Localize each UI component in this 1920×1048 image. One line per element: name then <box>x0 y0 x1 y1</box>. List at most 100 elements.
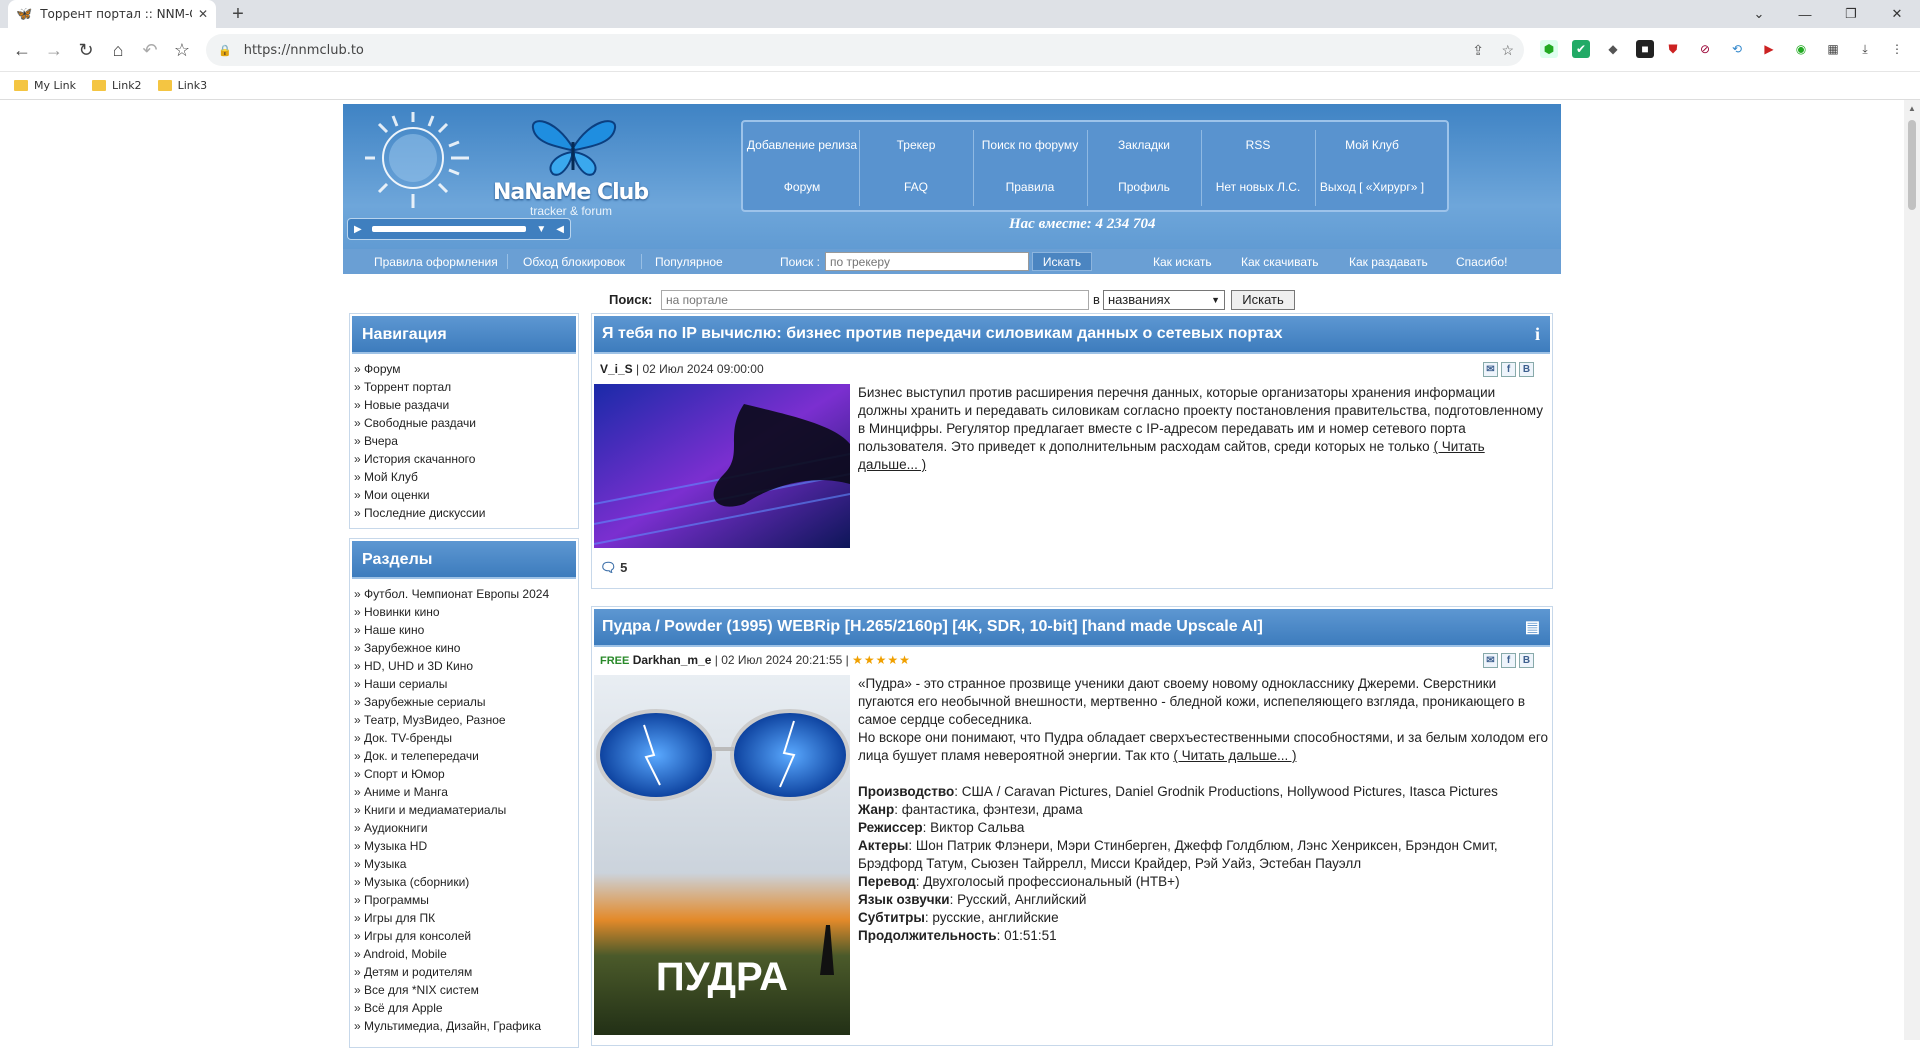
menu-rss[interactable]: RSS <box>1201 128 1315 162</box>
menu-profile[interactable]: Профиль <box>1087 170 1201 204</box>
share-extension-icon[interactable]: ⟲ <box>1728 40 1746 58</box>
link-thanks[interactable]: Спасибо! <box>1456 255 1507 269</box>
sidebar-link[interactable]: Свободные раздачи <box>354 414 574 432</box>
sidebar-link[interactable]: Аниме и Манга <box>354 783 574 801</box>
bookmark-link2[interactable]: Link2 <box>92 79 142 92</box>
post-title-text[interactable]: Я тебя по IP вычислю: бизнес против пере… <box>602 325 1283 342</box>
tracker-search-input[interactable] <box>825 252 1029 271</box>
sidebar-link[interactable]: Мои оценки <box>354 486 574 504</box>
share-vk-icon[interactable]: B <box>1519 653 1534 668</box>
sidebar-link[interactable]: Мой Клуб <box>354 468 574 486</box>
site-logo-text[interactable]: NaNaMe Club <box>493 180 649 205</box>
extensions-puzzle-icon[interactable]: ▦ <box>1824 40 1842 58</box>
link-how-download[interactable]: Как скачивать <box>1241 255 1319 269</box>
sidebar-link[interactable]: Аудиокниги <box>354 819 574 837</box>
shield-extension-icon[interactable]: ⛊ <box>1664 40 1682 58</box>
share-vk-icon[interactable]: B <box>1519 362 1534 377</box>
sidebar-link[interactable]: Мультимедиа, Дизайн, Графика <box>354 1017 574 1035</box>
post-title[interactable]: Я тебя по IP вычислю: бизнес против пере… <box>594 316 1550 354</box>
restore-button[interactable]: ❐ <box>1828 0 1874 28</box>
bookmark-link3[interactable]: Link3 <box>157 79 207 92</box>
sidebar-link[interactable]: Всё для Apple <box>354 999 574 1017</box>
release-title[interactable]: Пудра / Powder (1995) WEBRip [H.265/2160… <box>594 609 1550 647</box>
star-icon[interactable]: ☆ <box>1501 42 1514 59</box>
menu-logout[interactable]: Выход [ «Хируpг» ] <box>1315 170 1429 204</box>
close-window-button[interactable]: ✕ <box>1874 0 1920 28</box>
close-tab-icon[interactable]: ✕ <box>198 7 208 21</box>
media-extension-icon[interactable]: ▶ <box>1760 40 1778 58</box>
menu-forum[interactable]: Форум <box>745 170 859 204</box>
release-author[interactable]: Darkhan_m_e <box>633 653 712 667</box>
minimize-button[interactable]: — <box>1782 0 1828 28</box>
speaker-icon[interactable]: ◀ <box>556 224 564 235</box>
sidebar-link[interactable]: История скачанного <box>354 450 574 468</box>
new-tab-button[interactable]: + <box>226 2 250 26</box>
extension-icon-3[interactable]: ◆ <box>1604 40 1622 58</box>
radio-player[interactable]: ▶ ▼ ◀ <box>347 218 571 240</box>
sidebar-link[interactable]: HD, UHD и 3D Кино <box>354 657 574 675</box>
sidebar-link[interactable]: Док. и телепередачи <box>354 747 574 765</box>
sidebar-link[interactable]: Игры для консолей <box>354 927 574 945</box>
sidebar-link[interactable]: Книги и медиаматериалы <box>354 801 574 819</box>
bookmark-my-link[interactable]: My Link <box>14 79 76 92</box>
menu-rules[interactable]: Правила <box>973 170 1087 204</box>
scroll-up-icon[interactable]: ▲ <box>1908 104 1916 113</box>
sidebar-link[interactable]: Новинки кино <box>354 603 574 621</box>
post-image-keyboard[interactable] <box>594 384 850 548</box>
sidebar-link[interactable]: Музыка <box>354 855 574 873</box>
sidebar-link[interactable]: Док. TV-бренды <box>354 729 574 747</box>
sidebar-link[interactable]: Все для *NIX систем <box>354 981 574 999</box>
search-scope-select[interactable]: названиях ▼ <box>1103 290 1225 310</box>
link-popular[interactable]: Популярное <box>655 255 723 269</box>
post-author[interactable]: V_i_S <box>600 362 633 376</box>
share-facebook-icon[interactable]: f <box>1501 362 1516 377</box>
sidebar-link[interactable]: Футбол. Чемпионат Европы 2024 <box>354 585 574 603</box>
play-icon[interactable]: ▶ <box>354 224 362 235</box>
menu-add-release[interactable]: Добавление релиза <box>745 128 859 162</box>
comments-counter[interactable]: 🗨 5 <box>600 560 627 576</box>
menu-messages[interactable]: Нет новых Л.С. <box>1201 170 1315 204</box>
movie-poster[interactable]: ПУДРА <box>594 675 850 1035</box>
vpn-extension-icon[interactable]: ◉ <box>1792 40 1810 58</box>
menu-my-club[interactable]: Мой Клуб <box>1315 128 1429 162</box>
share-icon[interactable]: ⇪ <box>1472 42 1484 59</box>
page-scrollbar[interactable]: ▲ <box>1904 100 1920 1040</box>
menu-tracker[interactable]: Трекер <box>859 128 973 162</box>
sidebar-link[interactable]: Музыка HD <box>354 837 574 855</box>
back-icon[interactable]: ← <box>10 38 34 62</box>
download-icon[interactable]: ⤓ <box>1856 40 1874 58</box>
tab-search-icon[interactable]: ⌄ <box>1736 0 1782 28</box>
share-email-icon[interactable]: ✉ <box>1483 653 1498 668</box>
home-icon[interactable]: ⌂ <box>106 38 130 62</box>
sidebar-link[interactable]: Последние дискуссии <box>354 504 574 522</box>
release-title-text[interactable]: Пудра / Powder (1995) WEBRip [H.265/2160… <box>602 618 1263 635</box>
link-format-rules[interactable]: Правила оформления <box>374 255 498 269</box>
scrollbar-thumb[interactable] <box>1908 120 1916 210</box>
extension-icon-4[interactable]: ■ <box>1636 40 1654 58</box>
sidebar-link[interactable]: Зарубежные сериалы <box>354 693 574 711</box>
sidebar-link[interactable]: Программы <box>354 891 574 909</box>
sidebar-link[interactable]: Игры для ПК <box>354 909 574 927</box>
sidebar-link[interactable]: Наше кино <box>354 621 574 639</box>
volume-slider[interactable] <box>371 226 527 232</box>
portal-search-button[interactable]: Искать <box>1231 290 1295 310</box>
link-how-seed[interactable]: Как раздавать <box>1349 255 1428 269</box>
reload-icon[interactable]: ↻ <box>74 38 98 62</box>
sidebar-link[interactable]: Зарубежное кино <box>354 639 574 657</box>
sidebar-link[interactable]: Наши сериалы <box>354 675 574 693</box>
sidebar-link[interactable]: Android, Mobile <box>354 945 574 963</box>
sidebar-link[interactable]: Форум <box>354 360 574 378</box>
extension-icon-1[interactable]: ⬢ <box>1540 40 1558 58</box>
link-bypass-blocks[interactable]: Обход блокировок <box>523 255 625 269</box>
undo-icon[interactable]: ↶ <box>138 38 162 62</box>
sidebar-link[interactable]: Новые раздачи <box>354 396 574 414</box>
menu-kebab-icon[interactable]: ⋮ <box>1888 40 1906 58</box>
share-facebook-icon[interactable]: f <box>1501 653 1516 668</box>
extension-icon-2[interactable]: ✔ <box>1572 40 1590 58</box>
sidebar-link[interactable]: Театр, МузВидео, Разное <box>354 711 574 729</box>
link-how-search[interactable]: Как искать <box>1153 255 1212 269</box>
address-bar[interactable]: 🔒 https://nnmclub.to ⇪ ☆ <box>206 34 1524 66</box>
read-more-link[interactable]: ( Читать дальше... ) <box>1173 748 1296 763</box>
forward-icon[interactable]: → <box>42 38 66 62</box>
sidebar-link[interactable]: Музыка (сборники) <box>354 873 574 891</box>
